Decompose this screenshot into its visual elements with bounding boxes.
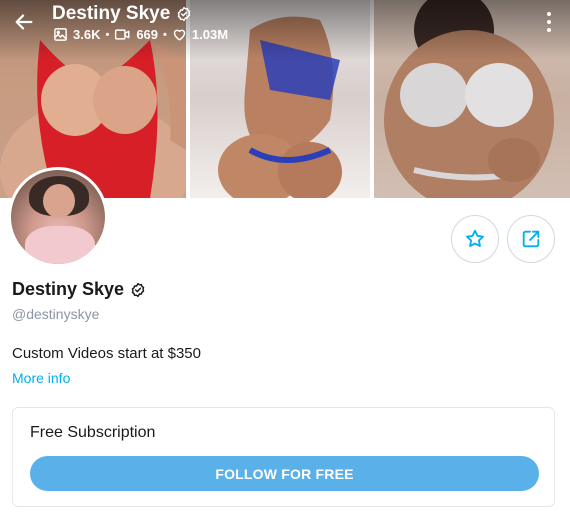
avatar-face	[43, 184, 75, 218]
header-stats: 3.6K • 669 • 1.03M	[53, 27, 228, 42]
more-options-button[interactable]	[542, 12, 556, 32]
profile-name-text: Destiny Skye	[12, 279, 125, 299]
videos-count: 669	[136, 27, 159, 42]
video-icon	[115, 29, 130, 40]
more-vertical-icon	[547, 12, 551, 16]
back-button[interactable]	[10, 8, 38, 36]
verified-badge-icon	[131, 282, 145, 297]
more-vertical-icon	[547, 28, 551, 32]
subscription-card: Free Subscription FOLLOW FOR FREE	[12, 407, 555, 507]
follow-for-free-button[interactable]: FOLLOW FOR FREE	[30, 456, 539, 491]
image-icon	[54, 28, 67, 41]
subscription-title: Free Subscription	[30, 424, 156, 441]
profile-name: Destiny Skye	[12, 279, 146, 300]
heart-icon	[173, 29, 186, 41]
profile-bio: Custom Videos start at $350	[12, 345, 201, 362]
avatar[interactable]	[8, 167, 108, 267]
top-bar: Destiny Skye 3.6K • 669 • 1.03M	[0, 0, 570, 50]
photos-count: 3.6K	[73, 27, 101, 42]
add-to-favorites-button[interactable]	[451, 215, 499, 263]
profile-handle: @destinyskye	[12, 306, 100, 322]
verified-badge-icon	[178, 6, 191, 22]
header-name: Destiny Skye	[52, 3, 192, 25]
stats-separator: •	[105, 28, 110, 41]
header-name-text: Destiny Skye	[52, 3, 171, 24]
stats-separator: •	[163, 28, 167, 41]
more-vertical-icon	[547, 20, 551, 24]
share-button[interactable]	[507, 215, 555, 263]
likes-count: 1.03M	[191, 27, 229, 42]
share-icon	[522, 230, 540, 248]
more-info-link[interactable]: More info	[12, 370, 70, 386]
back-arrow-icon	[15, 14, 33, 30]
avatar-body	[25, 226, 95, 264]
star-icon	[466, 229, 484, 247]
